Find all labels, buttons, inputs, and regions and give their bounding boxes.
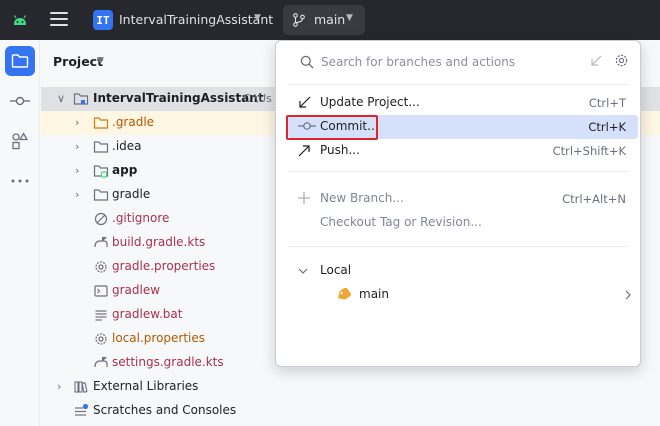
branch-item-main[interactable]: main bbox=[288, 283, 638, 307]
ignore-file-icon bbox=[94, 212, 108, 226]
settings-file-icon bbox=[95, 333, 107, 345]
item-label: Push... bbox=[320, 143, 360, 157]
gradle-file-icon bbox=[94, 357, 108, 368]
gear-icon[interactable] bbox=[614, 53, 629, 68]
folder-icon bbox=[93, 117, 109, 129]
library-icon bbox=[74, 381, 88, 393]
folder-icon bbox=[93, 141, 109, 153]
project-tool-button[interactable] bbox=[5, 46, 35, 76]
tree-root-label: IntervalTrainingAssistant bbox=[93, 91, 264, 105]
android-icon[interactable] bbox=[12, 13, 28, 27]
tree-item-external-libraries[interactable]: › External Libraries bbox=[41, 375, 660, 399]
tree-item-label: Scratches and Consoles bbox=[93, 403, 237, 417]
commit-item[interactable]: Commit... Ctrl+K bbox=[288, 115, 638, 139]
chevron-down-icon[interactable]: ▼ bbox=[97, 56, 104, 66]
local-section-header[interactable]: Local bbox=[288, 259, 638, 283]
item-shortcut: Ctrl+Alt+N bbox=[562, 192, 626, 206]
branch-item-label: main bbox=[359, 287, 389, 301]
main-menu-icon[interactable] bbox=[50, 12, 68, 28]
update-project-item[interactable]: Update Project... Ctrl+T bbox=[288, 91, 638, 115]
tree-item-label: gradle bbox=[112, 187, 151, 201]
chevron-right-icon bbox=[625, 290, 631, 300]
tree-item-scratches[interactable]: Scratches and Consoles bbox=[41, 399, 660, 423]
chevron-down-icon[interactable]: ∨ bbox=[57, 92, 67, 105]
chevron-down-icon[interactable]: ▼ bbox=[254, 13, 261, 23]
tree-item-label: build.gradle.kts bbox=[112, 235, 206, 249]
folder-icon bbox=[11, 54, 29, 68]
separator bbox=[288, 246, 628, 247]
chevron-down-icon bbox=[298, 268, 308, 274]
separator bbox=[288, 171, 628, 172]
search-icon bbox=[300, 55, 314, 69]
search-input[interactable] bbox=[321, 53, 571, 71]
branch-widget[interactable]: main ▼ bbox=[283, 5, 365, 35]
tree-item-label: .gradle bbox=[112, 115, 155, 129]
folder-icon bbox=[93, 189, 109, 201]
push-arrow-icon bbox=[298, 145, 310, 157]
branch-icon bbox=[293, 13, 305, 27]
branch-popup: Update Project... Ctrl+T Commit... Ctrl+… bbox=[275, 40, 641, 367]
project-panel-title[interactable]: Project bbox=[53, 54, 103, 69]
item-label: Checkout Tag or Revision... bbox=[320, 215, 482, 229]
item-label: Update Project... bbox=[320, 95, 420, 109]
plus-icon bbox=[298, 192, 310, 204]
module-folder-icon bbox=[93, 165, 109, 178]
tree-root-path: C:\Us bbox=[243, 92, 272, 105]
local-section-label: Local bbox=[320, 263, 352, 277]
collapse-arrow-icon[interactable] bbox=[590, 55, 602, 67]
checkout-tag-item[interactable]: Checkout Tag or Revision... bbox=[288, 211, 638, 235]
tree-item-label: gradlew.bat bbox=[112, 307, 183, 321]
gradle-file-icon bbox=[94, 237, 108, 248]
chevron-right-icon[interactable]: › bbox=[75, 116, 85, 129]
project-name[interactable]: IntervalTrainingAssistant bbox=[119, 12, 273, 27]
tree-item-label: .idea bbox=[112, 139, 142, 153]
chevron-right-icon[interactable]: › bbox=[75, 164, 85, 177]
scratches-icon bbox=[75, 403, 89, 416]
tree-item-label: .gitignore bbox=[112, 211, 170, 225]
item-shortcut: Ctrl+K bbox=[588, 120, 626, 134]
tree-item-label: settings.gradle.kts bbox=[112, 355, 224, 369]
shapes-icon bbox=[12, 132, 29, 150]
settings-file-icon bbox=[95, 261, 107, 273]
resource-manager-button[interactable] bbox=[5, 126, 35, 156]
commit-icon bbox=[10, 96, 30, 106]
chevron-right-icon[interactable]: › bbox=[57, 380, 67, 393]
title-bar: IT IntervalTrainingAssistant ▼ main ▼ bbox=[0, 0, 660, 40]
tree-item-label: gradlew bbox=[112, 283, 161, 297]
new-branch-item[interactable]: New Branch... Ctrl+Alt+N bbox=[288, 187, 638, 211]
more-icon bbox=[11, 179, 29, 183]
tree-item-label: app bbox=[112, 163, 138, 177]
item-label: Commit... bbox=[320, 119, 379, 133]
chevron-right-icon[interactable]: › bbox=[75, 140, 85, 153]
update-arrow-icon bbox=[299, 96, 311, 108]
item-shortcut: Ctrl+Shift+K bbox=[552, 144, 626, 158]
popup-search-row bbox=[276, 41, 640, 83]
tree-item-label: External Libraries bbox=[93, 379, 199, 393]
tool-window-strip bbox=[0, 40, 40, 426]
separator bbox=[288, 84, 628, 85]
tree-item-label: gradle.properties bbox=[112, 259, 216, 273]
chevron-right-icon[interactable]: › bbox=[75, 188, 85, 201]
commit-tool-button[interactable] bbox=[5, 86, 35, 116]
item-shortcut: Ctrl+T bbox=[588, 96, 626, 110]
project-badge[interactable]: IT bbox=[93, 10, 113, 30]
tree-item-label: local.properties bbox=[112, 331, 206, 345]
tag-icon bbox=[338, 288, 351, 300]
terminal-file-icon bbox=[94, 285, 108, 297]
chevron-down-icon: ▼ bbox=[346, 13, 353, 23]
commit-icon bbox=[298, 122, 316, 130]
push-item[interactable]: Push... Ctrl+Shift+K bbox=[288, 139, 638, 163]
item-label: New Branch... bbox=[320, 191, 404, 205]
branch-name: main bbox=[314, 12, 346, 27]
module-folder-icon bbox=[73, 93, 89, 105]
text-file-icon bbox=[95, 310, 107, 321]
more-tools-button[interactable] bbox=[5, 166, 35, 196]
